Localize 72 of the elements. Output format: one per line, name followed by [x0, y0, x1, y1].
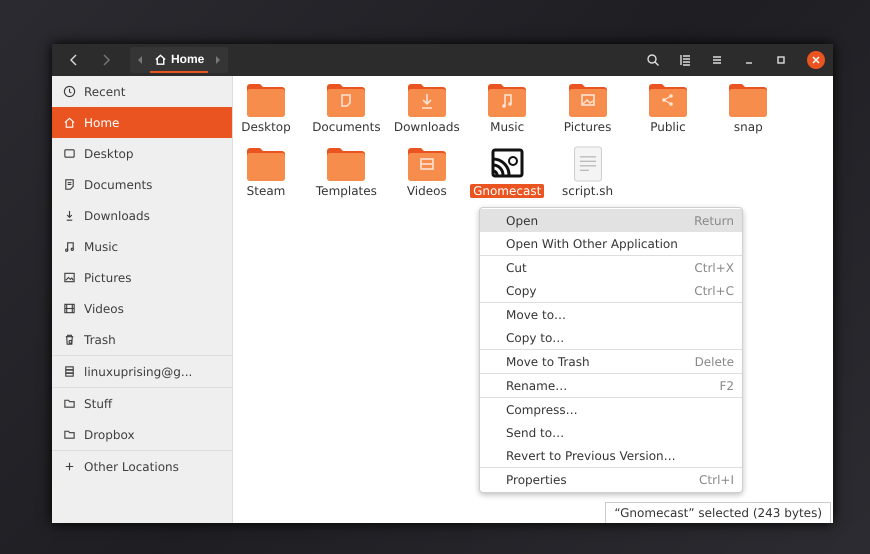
folder-icon[interactable] [648, 82, 688, 118]
video-icon [63, 302, 76, 315]
shortcut-text: Delete [694, 354, 734, 368]
status-bar: “Gnomecast” selected (243 bytes) [605, 502, 831, 523]
sidebar-item[interactable]: Downloads [52, 200, 232, 231]
folder-icon [63, 397, 76, 410]
home-icon [63, 116, 76, 129]
menu-item[interactable]: Compress… [480, 398, 742, 421]
close-icon [812, 56, 820, 64]
sidebar-item[interactable]: Pictures [52, 262, 232, 293]
file-name[interactable]: Music [487, 120, 528, 134]
file-name[interactable]: Gnomecast [470, 184, 544, 198]
sidebar-item[interactable]: Music [52, 231, 232, 262]
desktop-icon [63, 147, 76, 160]
right-arrow-icon[interactable] [214, 55, 222, 65]
folder-icon[interactable] [406, 146, 447, 182]
plus-icon [63, 460, 76, 473]
sidebar-item[interactable]: Other Locations [52, 451, 232, 482]
document-icon [63, 178, 76, 191]
sidebar-item[interactable]: Home [52, 107, 232, 138]
menu-item[interactable]: Properties Ctrl+I [480, 468, 742, 491]
sidebar-item[interactable]: Recent [52, 76, 232, 107]
shortcut-text: Return [694, 214, 734, 228]
menu-item[interactable]: Move to… [480, 303, 742, 326]
folder-icon[interactable] [568, 82, 608, 118]
shortcut-text: F2 [719, 378, 734, 392]
server-icon [63, 365, 76, 378]
sidebar-item[interactable]: Desktop [52, 138, 232, 169]
menu-item[interactable]: Open With Other Application [480, 232, 742, 255]
sidebar-item[interactable]: linuxuprising@g... [52, 356, 232, 387]
folder-icon[interactable] [326, 82, 366, 118]
home-icon [154, 52, 167, 66]
menu-item[interactable]: Move to Trash Delete [480, 350, 742, 373]
music-icon [63, 240, 76, 253]
close-button[interactable] [807, 51, 825, 69]
recent-icon [63, 85, 76, 98]
folder-icon[interactable] [487, 82, 528, 118]
file-name[interactable]: Documents [309, 120, 384, 134]
menu-item[interactable]: Send to… [480, 421, 742, 444]
file-name[interactable]: Pictures [560, 120, 614, 134]
shortcut-text: Ctrl+I [699, 472, 734, 486]
menu-item[interactable]: Open Return [480, 209, 742, 232]
folder-icon [63, 428, 76, 441]
folder-icon[interactable] [728, 82, 768, 118]
trash-icon [63, 333, 76, 346]
menu-item[interactable]: Cut Ctrl+X [480, 256, 742, 279]
folder-icon[interactable] [406, 82, 447, 118]
folder-icon[interactable] [326, 146, 366, 182]
file-name[interactable]: Templates [312, 184, 380, 198]
breadcrumb-button[interactable]: Home [150, 47, 208, 73]
sidebar-item[interactable]: Trash [52, 324, 232, 355]
file-name[interactable]: Desktop [238, 120, 294, 134]
menu-item[interactable]: Copy to… [480, 326, 742, 349]
sidebar-item[interactable]: Videos [52, 293, 232, 324]
menu-item[interactable]: Copy Ctrl+C [480, 279, 742, 302]
file-name[interactable]: Public [647, 120, 689, 134]
sidebar-item[interactable]: Stuff [52, 388, 232, 419]
shortcut-text: Ctrl+X [694, 260, 734, 274]
file-name[interactable]: Steam [244, 184, 288, 198]
file-name[interactable]: Downloads [390, 120, 463, 134]
menu-item[interactable]: Revert to Previous Version… [480, 444, 742, 467]
picture-icon [63, 271, 76, 284]
sidebar-item[interactable]: Dropbox [52, 419, 232, 450]
sidebar-item[interactable]: Documents [52, 169, 232, 200]
folder-icon[interactable] [246, 82, 286, 118]
file-name[interactable]: Videos [404, 184, 450, 198]
folder-icon[interactable] [246, 146, 286, 182]
file-name[interactable]: snap [730, 120, 766, 134]
left-arrow-icon[interactable] [136, 55, 144, 65]
menu-item[interactable]: Rename… F2 [480, 374, 742, 397]
file-name[interactable]: script.sh [559, 184, 616, 198]
shortcut-text: Ctrl+C [694, 284, 734, 298]
